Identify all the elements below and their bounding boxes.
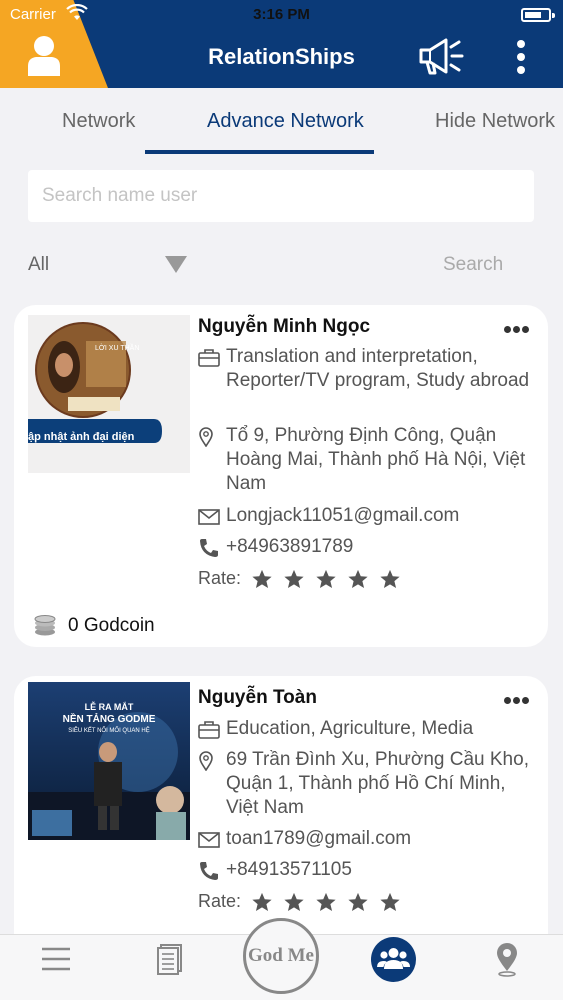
status-bar: Carrier 3:16 PM bbox=[0, 4, 563, 26]
star-icon[interactable] bbox=[315, 568, 337, 590]
address-text: Tổ 9, Phường Định Công, Quận Hoàng Mai, … bbox=[226, 425, 526, 494]
godcoin-row: 0 Godcoin bbox=[32, 615, 155, 637]
user-name: Nguyễn Toàn bbox=[198, 687, 317, 708]
job-text: Translation and interpretation, Reporter… bbox=[226, 346, 530, 391]
relationships-tab-button[interactable] bbox=[371, 937, 416, 982]
star-icon[interactable] bbox=[251, 568, 273, 590]
godcoin-text: 0 Godcoin bbox=[68, 615, 155, 637]
job-text: Education, Agriculture, Media bbox=[226, 718, 474, 739]
email-row: toan1789@gmail.com bbox=[198, 827, 543, 851]
photo-line-2: NỀN TẢNG GODME bbox=[62, 714, 156, 725]
address-row: Tổ 9, Phường Định Công, Quận Hoàng Mai, … bbox=[198, 424, 543, 496]
phone-text[interactable]: +84963891789 bbox=[198, 535, 543, 559]
rating-row: Rate: bbox=[198, 568, 401, 590]
star-icon[interactable] bbox=[379, 891, 401, 913]
phone-row: +84913571105 bbox=[198, 858, 543, 882]
menu-icon[interactable] bbox=[40, 945, 72, 973]
email-row: Longjack11051@gmail.com bbox=[198, 504, 543, 528]
star-icon[interactable] bbox=[283, 568, 305, 590]
email-text[interactable]: Longjack11051@gmail.com bbox=[198, 504, 543, 528]
email-text[interactable]: toan1789@gmail.com bbox=[198, 827, 543, 851]
search-input[interactable] bbox=[28, 170, 534, 222]
card-more-button[interactable] bbox=[504, 320, 534, 333]
page-title: RelationShips bbox=[208, 44, 355, 69]
search-button[interactable]: Search bbox=[443, 254, 503, 276]
coin-stack-icon bbox=[34, 615, 56, 636]
map-pin-icon[interactable] bbox=[494, 943, 520, 977]
email-icon bbox=[198, 832, 220, 848]
photo-line-3: SIÊU KẾT NỐI MỐI QUAN HỆ bbox=[68, 728, 150, 734]
location-pin-icon bbox=[199, 751, 213, 771]
star-icon[interactable] bbox=[251, 891, 273, 913]
user-name: Nguyễn Minh Ngọc bbox=[198, 316, 371, 337]
briefcase-icon bbox=[198, 349, 220, 367]
address-text: 69 Trần Đình Xu, Phường Cầu Kho, Quận 1,… bbox=[226, 749, 529, 818]
app-header: Carrier 3:16 PM RelationShips bbox=[0, 0, 563, 88]
godme-logo-text: God Me bbox=[248, 945, 314, 966]
active-tab-indicator bbox=[145, 150, 374, 154]
phone-icon bbox=[200, 862, 218, 880]
photo-line-1: LỄ RA MẮT bbox=[84, 702, 134, 712]
star-icon[interactable] bbox=[347, 568, 369, 590]
rate-label: Rate: bbox=[198, 568, 242, 588]
user-photo: LỜI XU THẦN ập nhật ảnh đại diện bbox=[28, 315, 190, 473]
rate-label: Rate: bbox=[198, 891, 242, 911]
email-icon bbox=[198, 509, 220, 525]
update-avatar-banner[interactable]: ập nhật ảnh đại diện bbox=[28, 431, 134, 443]
megaphone-icon[interactable] bbox=[416, 35, 466, 77]
phone-text[interactable]: +84913571105 bbox=[198, 858, 543, 882]
phone-row: +84963891789 bbox=[198, 535, 543, 559]
star-icon[interactable] bbox=[379, 568, 401, 590]
location-pin-icon bbox=[199, 427, 213, 447]
job-row: Translation and interpretation, Reporter… bbox=[198, 345, 543, 393]
godme-home-button[interactable]: God Me bbox=[243, 918, 319, 994]
status-time: 3:16 PM bbox=[253, 6, 310, 23]
battery-icon bbox=[521, 8, 551, 22]
tab-advance-network[interactable]: Advance Network bbox=[207, 110, 364, 133]
tab-hide-network[interactable]: Hide Network bbox=[435, 110, 555, 133]
people-group-icon bbox=[377, 948, 410, 969]
address-row: 69 Trần Đình Xu, Phường Cầu Kho, Quận 1,… bbox=[198, 748, 543, 820]
briefcase-icon bbox=[198, 721, 220, 739]
photo-caption-text: LỜI XU THẦN bbox=[95, 345, 140, 352]
filter-select[interactable]: All bbox=[28, 254, 49, 276]
rating-row: Rate: bbox=[198, 891, 401, 913]
phone-icon bbox=[200, 539, 218, 557]
star-icon[interactable] bbox=[283, 891, 305, 913]
newsfeed-icon[interactable] bbox=[156, 943, 184, 975]
tab-network[interactable]: Network bbox=[62, 110, 135, 133]
job-row: Education, Agriculture, Media bbox=[198, 717, 543, 741]
network-tabs: Network Advance Network Hide Network bbox=[0, 88, 563, 158]
star-icon[interactable] bbox=[315, 891, 337, 913]
user-photo: LỄ RA MẮT NỀN TẢNG GODME SIÊU KẾT NỐI MỐ… bbox=[28, 682, 190, 840]
more-menu-button[interactable] bbox=[512, 40, 530, 76]
user-photo-image bbox=[28, 315, 190, 473]
user-card[interactable]: LỜI XU THẦN ập nhật ảnh đại diện Nguyễn … bbox=[14, 305, 548, 647]
card-more-button[interactable] bbox=[504, 691, 534, 704]
star-icon[interactable] bbox=[347, 891, 369, 913]
dropdown-arrow-icon[interactable] bbox=[165, 256, 187, 273]
